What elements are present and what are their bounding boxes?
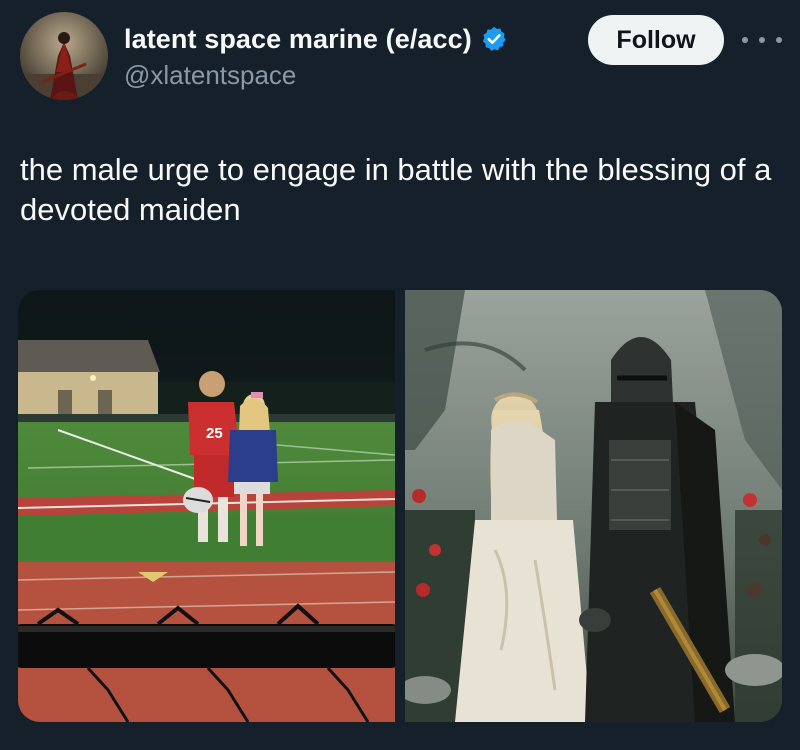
name-row: latent space marine (e/acc) xyxy=(124,22,508,56)
tweet-text: the male urge to engage in battle with t… xyxy=(20,152,772,227)
football-field-photo[interactable]: 25 xyxy=(18,290,395,722)
dot xyxy=(776,37,782,43)
verified-badge-icon xyxy=(480,25,508,53)
tweet-card: latent space marine (e/acc) @xlatentspac… xyxy=(0,0,800,750)
follow-button[interactable]: Follow xyxy=(588,15,724,65)
user-handle[interactable]: @xlatentspace xyxy=(124,60,296,91)
knight-maiden-painting[interactable] xyxy=(405,290,782,722)
jersey-number: 25 xyxy=(206,425,223,442)
media-grid: 25 xyxy=(18,290,782,722)
tweet-header: latent space marine (e/acc) @xlatentspac… xyxy=(0,0,800,110)
dot xyxy=(742,37,748,43)
avatar[interactable] xyxy=(20,12,108,100)
dot xyxy=(759,37,765,43)
display-name[interactable]: latent space marine (e/acc) xyxy=(124,24,472,55)
more-dots-icon[interactable] xyxy=(742,28,782,52)
